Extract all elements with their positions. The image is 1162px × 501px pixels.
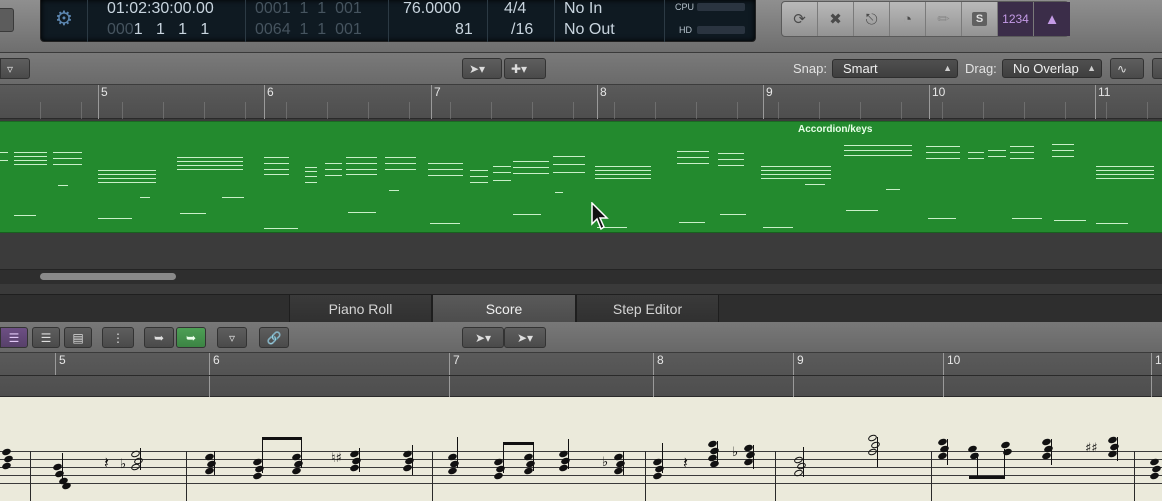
tuner-icon[interactable]: ◔ (890, 2, 926, 36)
editor-tabs: Piano Roll Score Step Editor (0, 294, 1162, 323)
tempo-sub: 81 (455, 21, 473, 38)
ruler-bar: 8 (657, 353, 664, 367)
ruler-bar: 6 (267, 85, 274, 99)
settings-gear-icon[interactable]: ⚙ (55, 8, 77, 30)
score-staff[interactable]: 𝄽 ♭ ♮♯ ♭ 𝄽 ♭ ♯♯ (0, 397, 1162, 501)
ruler-bar: 11 (1098, 85, 1111, 99)
midi-out: No Out (564, 21, 615, 38)
midi-region[interactable]: Accordion/keys (0, 121, 1162, 233)
crosshair-tool-menu[interactable]: ✚▾ (504, 58, 546, 79)
midi-out-icon[interactable]: ➥ (144, 327, 174, 348)
ruler-bar: 7 (434, 85, 441, 99)
division[interactable]: /16 (511, 21, 533, 39)
page-view-icon[interactable]: ☰ (32, 327, 60, 348)
scrollbar-thumb[interactable] (40, 273, 176, 280)
part-box-icon[interactable]: ⋮ (102, 327, 134, 348)
hd-meter (697, 26, 745, 34)
solo-button[interactable]: S (962, 2, 998, 36)
tab-step-editor[interactable]: Step Editor (576, 295, 719, 323)
count-in-button[interactable]: 1234 (998, 2, 1034, 36)
ruler-bar: 7 (453, 353, 460, 367)
midi-in: No In (564, 0, 603, 17)
bar-position[interactable]: 0001 1 1 1 (107, 21, 209, 39)
cpu-meter (697, 3, 745, 11)
arrange-ruler[interactable]: 5 6 7 8 9 10 11 (0, 85, 1162, 119)
print-view-icon[interactable]: ▤ (64, 327, 92, 348)
control-bar: ⚙ 01:02:30:00.00 0001 1 1 1 0001 1 1 001… (0, 0, 1162, 53)
tempo-display[interactable]: 76.0000 (403, 0, 461, 18)
snap-label: Snap: (793, 61, 827, 76)
cpu-label: CPU (675, 2, 695, 12)
waveform-zoom-icon[interactable]: ∿ (1110, 58, 1144, 79)
time-position[interactable]: 01:02:30:00.00 (107, 0, 214, 18)
region-name: Accordion/keys (798, 124, 873, 135)
pointer-tool-menu[interactable]: ➤▾ (462, 58, 502, 79)
secondary-tool-menu[interactable]: ➤▾ (504, 327, 546, 348)
chevron-updown-icon: ▲ (943, 63, 952, 73)
ruler-bar: 5 (59, 353, 66, 367)
drag-label: Drag: (965, 61, 997, 76)
ruler-bar: 5 (101, 85, 108, 99)
linear-view-icon[interactable]: ☰ (0, 327, 28, 348)
solo-icon: S (971, 12, 988, 26)
mouse-cursor-icon (591, 201, 611, 237)
filter-icon[interactable]: ▿ (217, 327, 247, 348)
control-buttons: ⟳ ✖ ⎋ ◔ ✏ S 1234 ▲ (781, 1, 1070, 37)
time-signature[interactable]: 4/4 (504, 0, 526, 18)
metronome-pen-icon[interactable]: ✏ (926, 2, 962, 36)
pointer-tool-menu[interactable]: ➤▾ (462, 327, 504, 348)
ruler-bar: 6 (213, 353, 220, 367)
catch-icon[interactable]: ➥ (176, 327, 206, 348)
score-toolbar: ☰ ☰ ▤ ⋮ ➥ ➥ ▿ 🔗 ➤▾ ➤▾ (0, 322, 1162, 353)
tracks-toolbar: ▿ ➤▾ ✚▾ Snap: Smart ▲ Drag: No Overlap ▲ ∿ (0, 53, 1162, 85)
ruler-bar: 8 (600, 85, 607, 99)
replace-icon[interactable]: ✖ (818, 2, 854, 36)
view-toggle-tab[interactable] (0, 8, 14, 32)
more-button[interactable] (1152, 58, 1162, 79)
ruler-bar: 10 (932, 85, 946, 99)
tab-score[interactable]: Score (432, 295, 576, 323)
link-icon[interactable]: 🔗 (259, 327, 289, 348)
end-position[interactable]: 0001 1 1 001 (255, 0, 362, 18)
chevron-updown-icon: ▲ (1087, 63, 1096, 73)
ruler-bar: 9 (797, 353, 804, 367)
bounce-icon[interactable]: ⎋ (854, 2, 890, 36)
cycle-icon[interactable]: ⟳ (782, 2, 818, 36)
tab-piano-roll[interactable]: Piano Roll (289, 295, 432, 323)
ruler-bar: 10 (947, 353, 961, 367)
filter-button[interactable]: ▿ (0, 58, 30, 79)
ruler-bar: 1 (1155, 353, 1162, 367)
hd-label: HD (679, 25, 692, 35)
ruler-bar: 9 (766, 85, 773, 99)
drag-select[interactable]: No Overlap ▲ (1002, 59, 1102, 78)
length-position[interactable]: 0064 1 1 001 (255, 21, 362, 39)
metronome-icon[interactable]: ▲ (1034, 2, 1070, 36)
score-ruler[interactable]: 5 6 7 8 9 10 1 (0, 353, 1162, 397)
lcd-display[interactable]: ⚙ 01:02:30:00.00 0001 1 1 1 0001 1 1 001… (40, 0, 756, 42)
snap-select[interactable]: Smart ▲ (832, 59, 958, 78)
